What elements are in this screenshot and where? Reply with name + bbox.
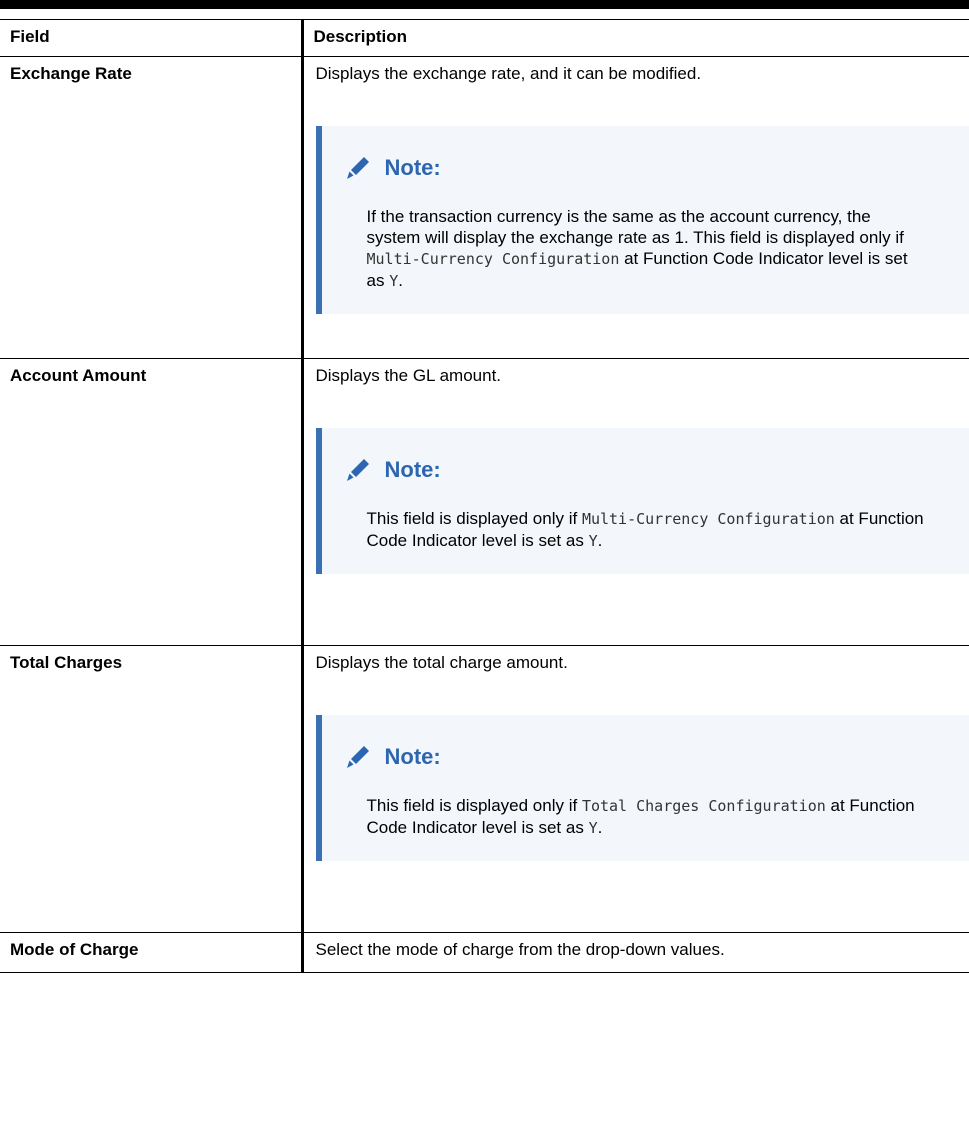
pencil-icon: [346, 459, 369, 481]
field-description: Select the mode of charge from the drop-…: [301, 932, 969, 973]
note-code: Y: [389, 272, 399, 290]
header-field: Field: [0, 19, 304, 57]
table-row: Total Charges Displays the total charge …: [0, 645, 969, 933]
description-text: Displays the GL amount.: [315, 366, 502, 385]
note-text: If the transaction currency is the same …: [366, 207, 904, 247]
field-name: Exchange Rate: [0, 56, 304, 359]
table-row: Exchange Rate Displays the exchange rate…: [0, 56, 969, 359]
field-description: Displays the total charge amount. Note: …: [301, 645, 969, 933]
description-text: Displays the total charge amount.: [315, 653, 568, 672]
note-title: Note:: [384, 457, 441, 482]
table-row: Account Amount Displays the GL amount. N…: [0, 358, 969, 646]
note-code: Multi-Currency Configuration: [581, 510, 835, 528]
note-body: If the transaction currency is the same …: [367, 206, 927, 292]
note-text: .: [597, 531, 603, 550]
table-header-row: Field Description: [0, 19, 969, 57]
field-name: Total Charges: [0, 645, 304, 933]
note-text: This field is displayed only if: [366, 796, 582, 815]
note-text: .: [597, 818, 603, 837]
header-description: Description: [301, 19, 969, 57]
pencil-icon: [346, 157, 369, 179]
note-text: .: [398, 271, 403, 290]
note-header: Note:: [343, 742, 954, 772]
note-code: Y: [588, 819, 598, 837]
description-text: Displays the exchange rate, and it can b…: [315, 64, 702, 83]
note-body: This field is displayed only if Multi-Cu…: [367, 508, 927, 552]
field-description-table: Field Description Exchange Rate Displays…: [0, 19, 969, 973]
top-rule: [0, 0, 969, 9]
description-text: Select the mode of charge from the drop-…: [315, 940, 725, 959]
note-title: Note:: [384, 155, 441, 180]
note-code: Total Charges Configuration: [581, 797, 826, 815]
note-box: Note: This field is displayed only if Mu…: [315, 428, 969, 574]
note-code: Y: [588, 532, 598, 550]
pencil-icon: [346, 746, 369, 768]
note-text: This field is displayed only if: [366, 509, 582, 528]
note-box: Note: This field is displayed only if To…: [315, 715, 969, 861]
note-body: This field is displayed only if Total Ch…: [367, 795, 927, 839]
note-title: Note:: [384, 744, 441, 769]
field-description: Displays the GL amount. Note: This field…: [301, 358, 969, 646]
field-description: Displays the exchange rate, and it can b…: [301, 56, 969, 359]
field-name: Account Amount: [0, 358, 304, 646]
note-header: Note:: [343, 153, 954, 183]
note-header: Note:: [343, 455, 954, 485]
note-box: Note: If the transaction currency is the…: [315, 126, 969, 314]
table-row: Mode of Charge Select the mode of charge…: [0, 932, 969, 973]
note-code: Multi-Currency Configuration: [366, 250, 620, 268]
field-name: Mode of Charge: [0, 932, 304, 973]
